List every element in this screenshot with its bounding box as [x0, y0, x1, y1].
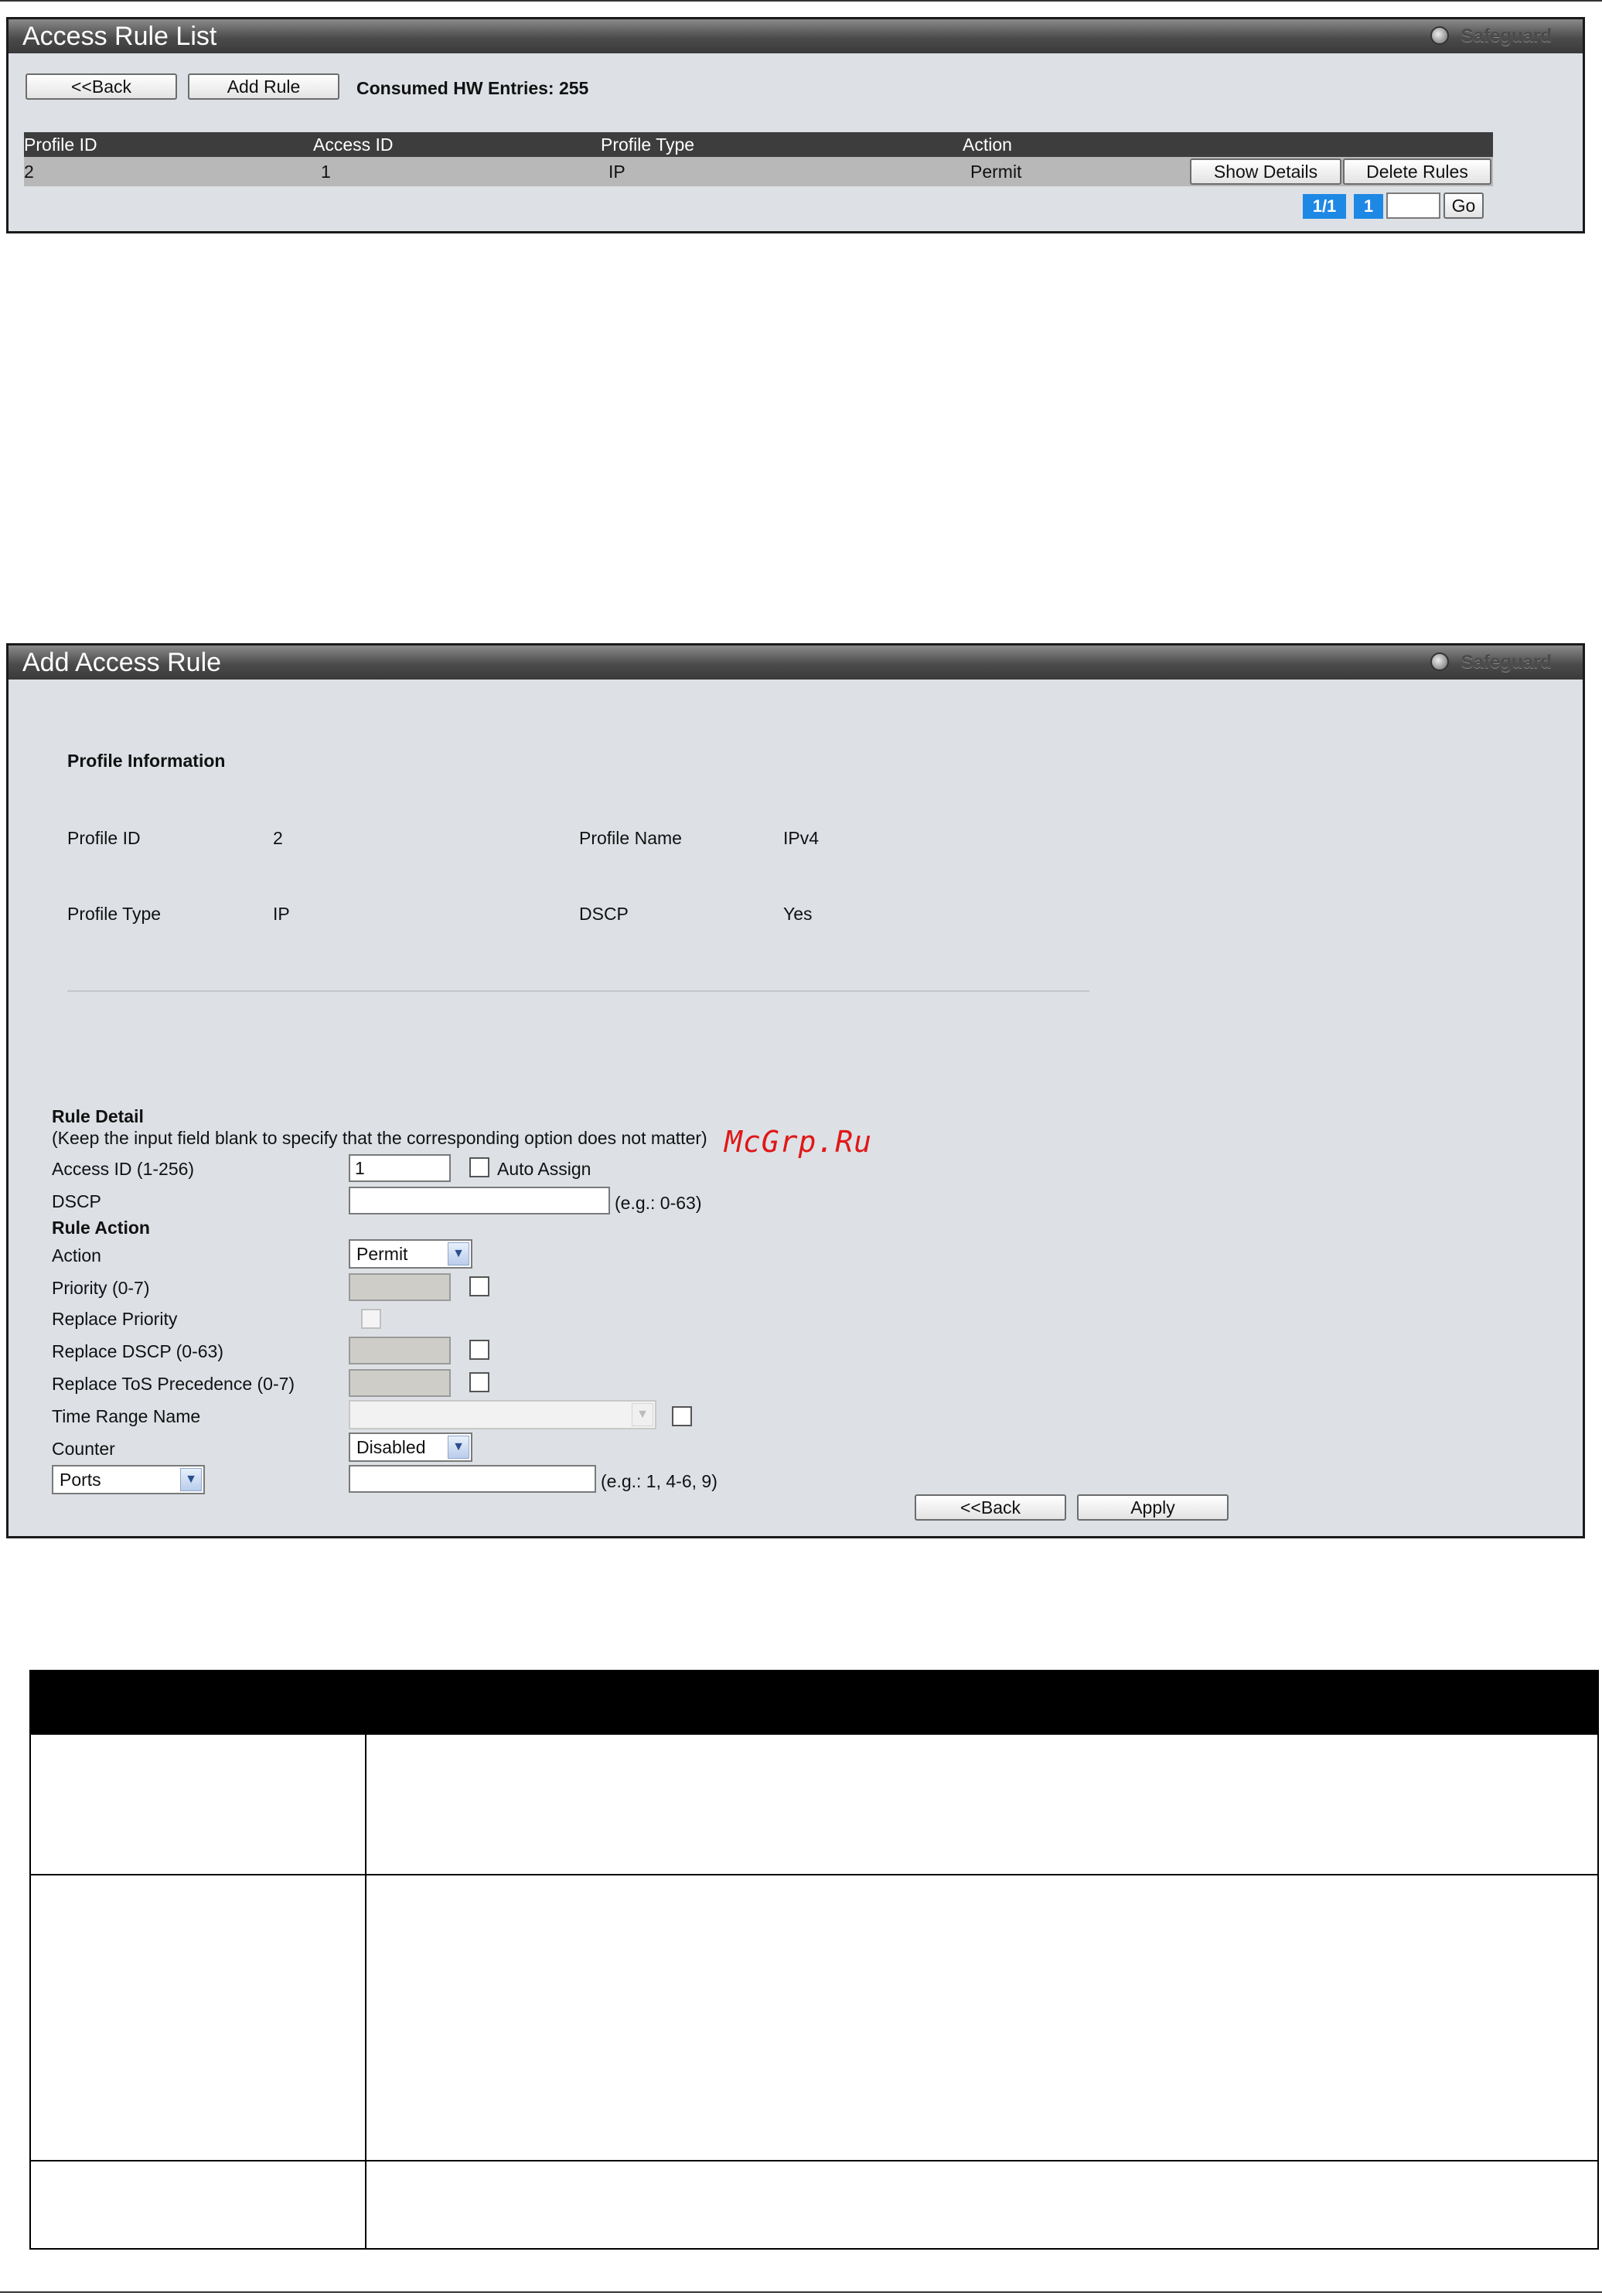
chevron-down-icon: ▼ [448, 1436, 469, 1459]
access-rule-list-panel: Access Rule List Safeguard <<Back Add Ru… [6, 17, 1585, 233]
safeguard-indicator: Safeguard [1430, 19, 1552, 53]
profile-information-heading: Profile Information [67, 751, 226, 771]
back-button[interactable]: <<Back [26, 73, 177, 100]
table-row-divider [31, 1874, 1597, 1875]
row-access-id: 1 [321, 162, 331, 182]
col-action: Action [963, 135, 1012, 155]
profile-name-value: IPv4 [783, 828, 820, 848]
go-button[interactable]: Go [1444, 192, 1484, 219]
profile-type-value: IP [273, 904, 290, 924]
bottom-rule [0, 2291, 1602, 2293]
dscp-label: DSCP [52, 1191, 101, 1211]
table-row: 2 1 IP Permit Show Details Delete Rules [24, 157, 1493, 186]
dscp-input[interactable] [349, 1187, 610, 1214]
page-count: 1/1 [1303, 194, 1346, 219]
top-rule [0, 0, 1602, 2]
counter-select[interactable]: Disabled ▼ [349, 1432, 472, 1462]
page-number-input[interactable] [1386, 192, 1440, 219]
safeguard-icon [1430, 26, 1449, 45]
watermark: McGrp.Ru [724, 1125, 873, 1159]
auto-assign-checkbox[interactable] [469, 1157, 489, 1177]
panel-title: Access Rule List [22, 22, 217, 51]
counter-label: Counter [52, 1439, 115, 1459]
panel-title: Add Access Rule [22, 648, 222, 677]
back-button[interactable]: <<Back [915, 1494, 1066, 1521]
rule-action-heading: Rule Action [52, 1218, 150, 1238]
replace-tos-label: Replace ToS Precedence (0-7) [52, 1374, 295, 1394]
dscp-info-label: DSCP [579, 904, 629, 924]
replace-tos-checkbox[interactable] [469, 1372, 489, 1392]
time-range-checkbox[interactable] [672, 1406, 692, 1426]
access-id-label: Access ID (1-256) [52, 1159, 195, 1179]
chevron-down-icon: ▼ [180, 1468, 202, 1491]
time-range-label: Time Range Name [52, 1406, 201, 1426]
panel-title-bar: Access Rule List Safeguard [9, 19, 1583, 53]
profile-type-label: Profile Type [67, 904, 162, 924]
safeguard-indicator: Safeguard [1430, 646, 1552, 680]
row-profile-type: IP [608, 162, 625, 182]
col-profile-id: Profile ID [24, 135, 97, 155]
profile-name-label: Profile Name [579, 828, 682, 848]
table-row-divider [31, 2160, 1597, 2161]
add-rule-button[interactable]: Add Rule [188, 73, 339, 100]
col-profile-type: Profile Type [601, 135, 695, 155]
table-column-divider [365, 1671, 366, 2248]
ports-hint: (e.g.: 1, 4-6, 9) [601, 1471, 717, 1491]
row-action: Permit [970, 162, 1022, 182]
col-access-id: Access ID [313, 135, 394, 155]
chevron-down-icon: ▼ [632, 1403, 653, 1426]
row-profile-id: 2 [24, 162, 34, 182]
profile-id-label: Profile ID [67, 828, 141, 848]
consumed-hw-entries: Consumed HW Entries: 255 [356, 78, 589, 98]
time-range-select[interactable]: ▼ [349, 1400, 656, 1429]
ports-input[interactable] [349, 1465, 596, 1493]
page-1-link[interactable]: 1 [1354, 194, 1383, 219]
replace-priority-label: Replace Priority [52, 1309, 178, 1329]
chevron-down-icon: ▼ [448, 1242, 469, 1266]
replace-dscp-checkbox[interactable] [469, 1340, 489, 1360]
show-details-button[interactable]: Show Details [1190, 158, 1341, 185]
rule-detail-heading: Rule Detail [52, 1106, 144, 1126]
dscp-hint: (e.g.: 0-63) [615, 1193, 702, 1213]
dscp-info-value: Yes [783, 904, 813, 924]
priority-checkbox[interactable] [469, 1276, 489, 1296]
rule-detail-note: (Keep the input field blank to specify t… [52, 1128, 707, 1148]
safeguard-icon [1430, 652, 1449, 671]
add-access-rule-panel: Add Access Rule Safeguard Profile Inform… [6, 643, 1585, 1538]
description-table [29, 1670, 1599, 2250]
ports-type-select[interactable]: Ports ▼ [52, 1465, 205, 1494]
section-divider [67, 990, 1089, 992]
access-id-input[interactable] [349, 1154, 451, 1182]
description-table-header [31, 1671, 1597, 1735]
apply-button[interactable]: Apply [1077, 1494, 1229, 1521]
rule-table-header: Profile ID Access ID Profile Type Action [24, 132, 1493, 157]
replace-dscp-label: Replace DSCP (0-63) [52, 1341, 224, 1361]
action-label: Action [52, 1245, 101, 1266]
replace-dscp-input[interactable] [349, 1337, 451, 1364]
action-select[interactable]: Permit ▼ [349, 1239, 472, 1269]
delete-rules-button[interactable]: Delete Rules [1343, 158, 1491, 185]
auto-assign-label: Auto Assign [497, 1159, 591, 1179]
priority-label: Priority (0-7) [52, 1278, 150, 1298]
replace-tos-input[interactable] [349, 1369, 451, 1397]
replace-priority-checkbox[interactable] [361, 1309, 381, 1329]
panel-title-bar: Add Access Rule Safeguard [9, 646, 1583, 680]
priority-input[interactable] [349, 1273, 451, 1301]
profile-id-value: 2 [273, 828, 283, 848]
